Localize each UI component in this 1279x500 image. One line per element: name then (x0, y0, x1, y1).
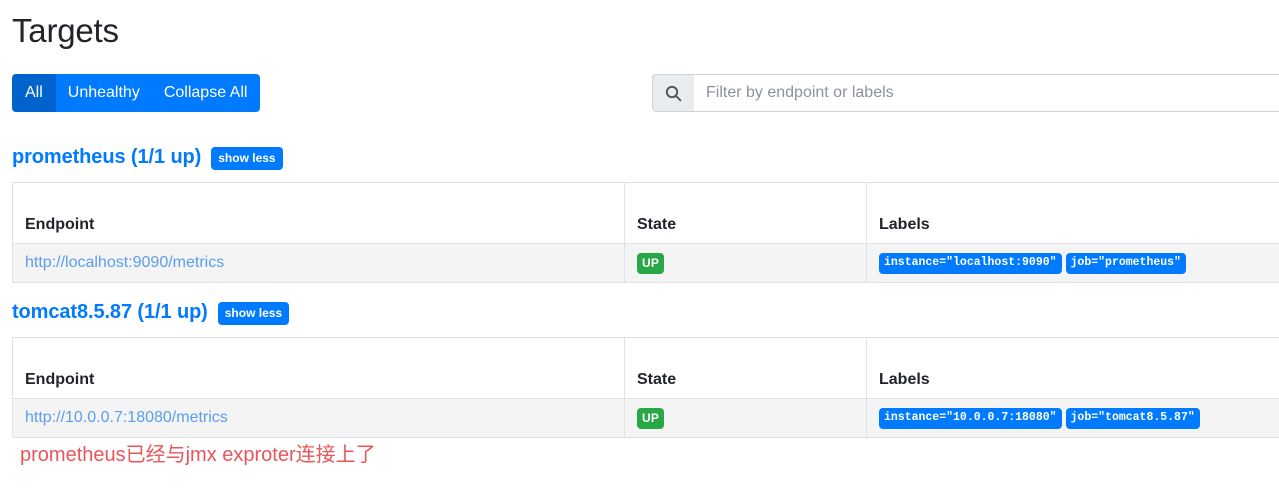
status-badge: UP (637, 407, 665, 429)
search-bar (652, 74, 1279, 114)
cell-state: UP (624, 243, 867, 283)
filter-button-group: All Unhealthy Collapse All (12, 74, 261, 112)
search-input[interactable] (694, 74, 1279, 112)
column-header-state: State (624, 182, 867, 244)
column-header-labels: Labels (866, 337, 1279, 399)
label-badge-instance[interactable]: instance="10.0.0.7:18080" (879, 408, 1062, 429)
cell-endpoint: http://10.0.0.7:18080/metrics (12, 398, 625, 438)
show-less-button[interactable]: show less (217, 301, 290, 325)
cell-state: UP (624, 398, 867, 438)
job-section-tomcat: tomcat8.5.87 (1/1 up) show less Endpoint… (12, 300, 1279, 438)
job-header: tomcat8.5.87 (1/1 up) show less (12, 300, 1279, 325)
endpoint-link[interactable]: http://10.0.0.7:18080/metrics (25, 409, 228, 426)
show-less-button[interactable]: show less (211, 146, 283, 170)
table-header-row: Endpoint State Labels (12, 337, 1279, 399)
targets-page: Targets All Unhealthy Collapse All prome… (0, 0, 1279, 500)
targets-table: Endpoint State Labels http://10.0.0.7:18… (12, 337, 1279, 438)
job-title[interactable]: tomcat8.5.87 (1/1 up) (12, 301, 208, 324)
label-badge-job[interactable]: job="prometheus" (1065, 253, 1186, 274)
annotation-text: prometheus已经与jmx exproter连接上了 (20, 444, 376, 466)
label-badge-job[interactable]: job="tomcat8.5.87" (1065, 408, 1200, 429)
column-header-labels: Labels (866, 182, 1279, 244)
table-row: http://10.0.0.7:18080/metrics UP instanc… (12, 398, 1279, 438)
collapse-all-button[interactable]: Collapse All (151, 74, 261, 112)
cell-labels: instance="10.0.0.7:18080" job="tomcat8.5.… (866, 398, 1279, 438)
search-icon (652, 74, 694, 112)
endpoint-link[interactable]: http://localhost:9090/metrics (25, 254, 224, 271)
filter-unhealthy-button[interactable]: Unhealthy (55, 74, 152, 112)
job-section-prometheus: prometheus (1/1 up) show less Endpoint S… (12, 145, 1279, 283)
table-header-row: Endpoint State Labels (12, 182, 1279, 244)
table-row: http://localhost:9090/metrics UP instanc… (12, 243, 1279, 283)
toolbar: All Unhealthy Collapse All (12, 74, 1279, 114)
targets-table: Endpoint State Labels http://localhost:9… (12, 182, 1279, 283)
label-badge-instance[interactable]: instance="localhost:9090" (879, 253, 1062, 274)
column-header-state: State (624, 337, 867, 399)
job-title[interactable]: prometheus (1/1 up) (12, 146, 201, 169)
column-header-endpoint: Endpoint (12, 182, 625, 244)
column-header-endpoint: Endpoint (12, 337, 625, 399)
cell-labels: instance="localhost:9090" job="prometheus… (866, 243, 1279, 283)
cell-endpoint: http://localhost:9090/metrics (12, 243, 625, 283)
status-badge: UP (637, 252, 665, 274)
filter-all-button[interactable]: All (12, 74, 56, 112)
page-title: Targets (12, 12, 119, 49)
job-header: prometheus (1/1 up) show less (12, 145, 1279, 170)
